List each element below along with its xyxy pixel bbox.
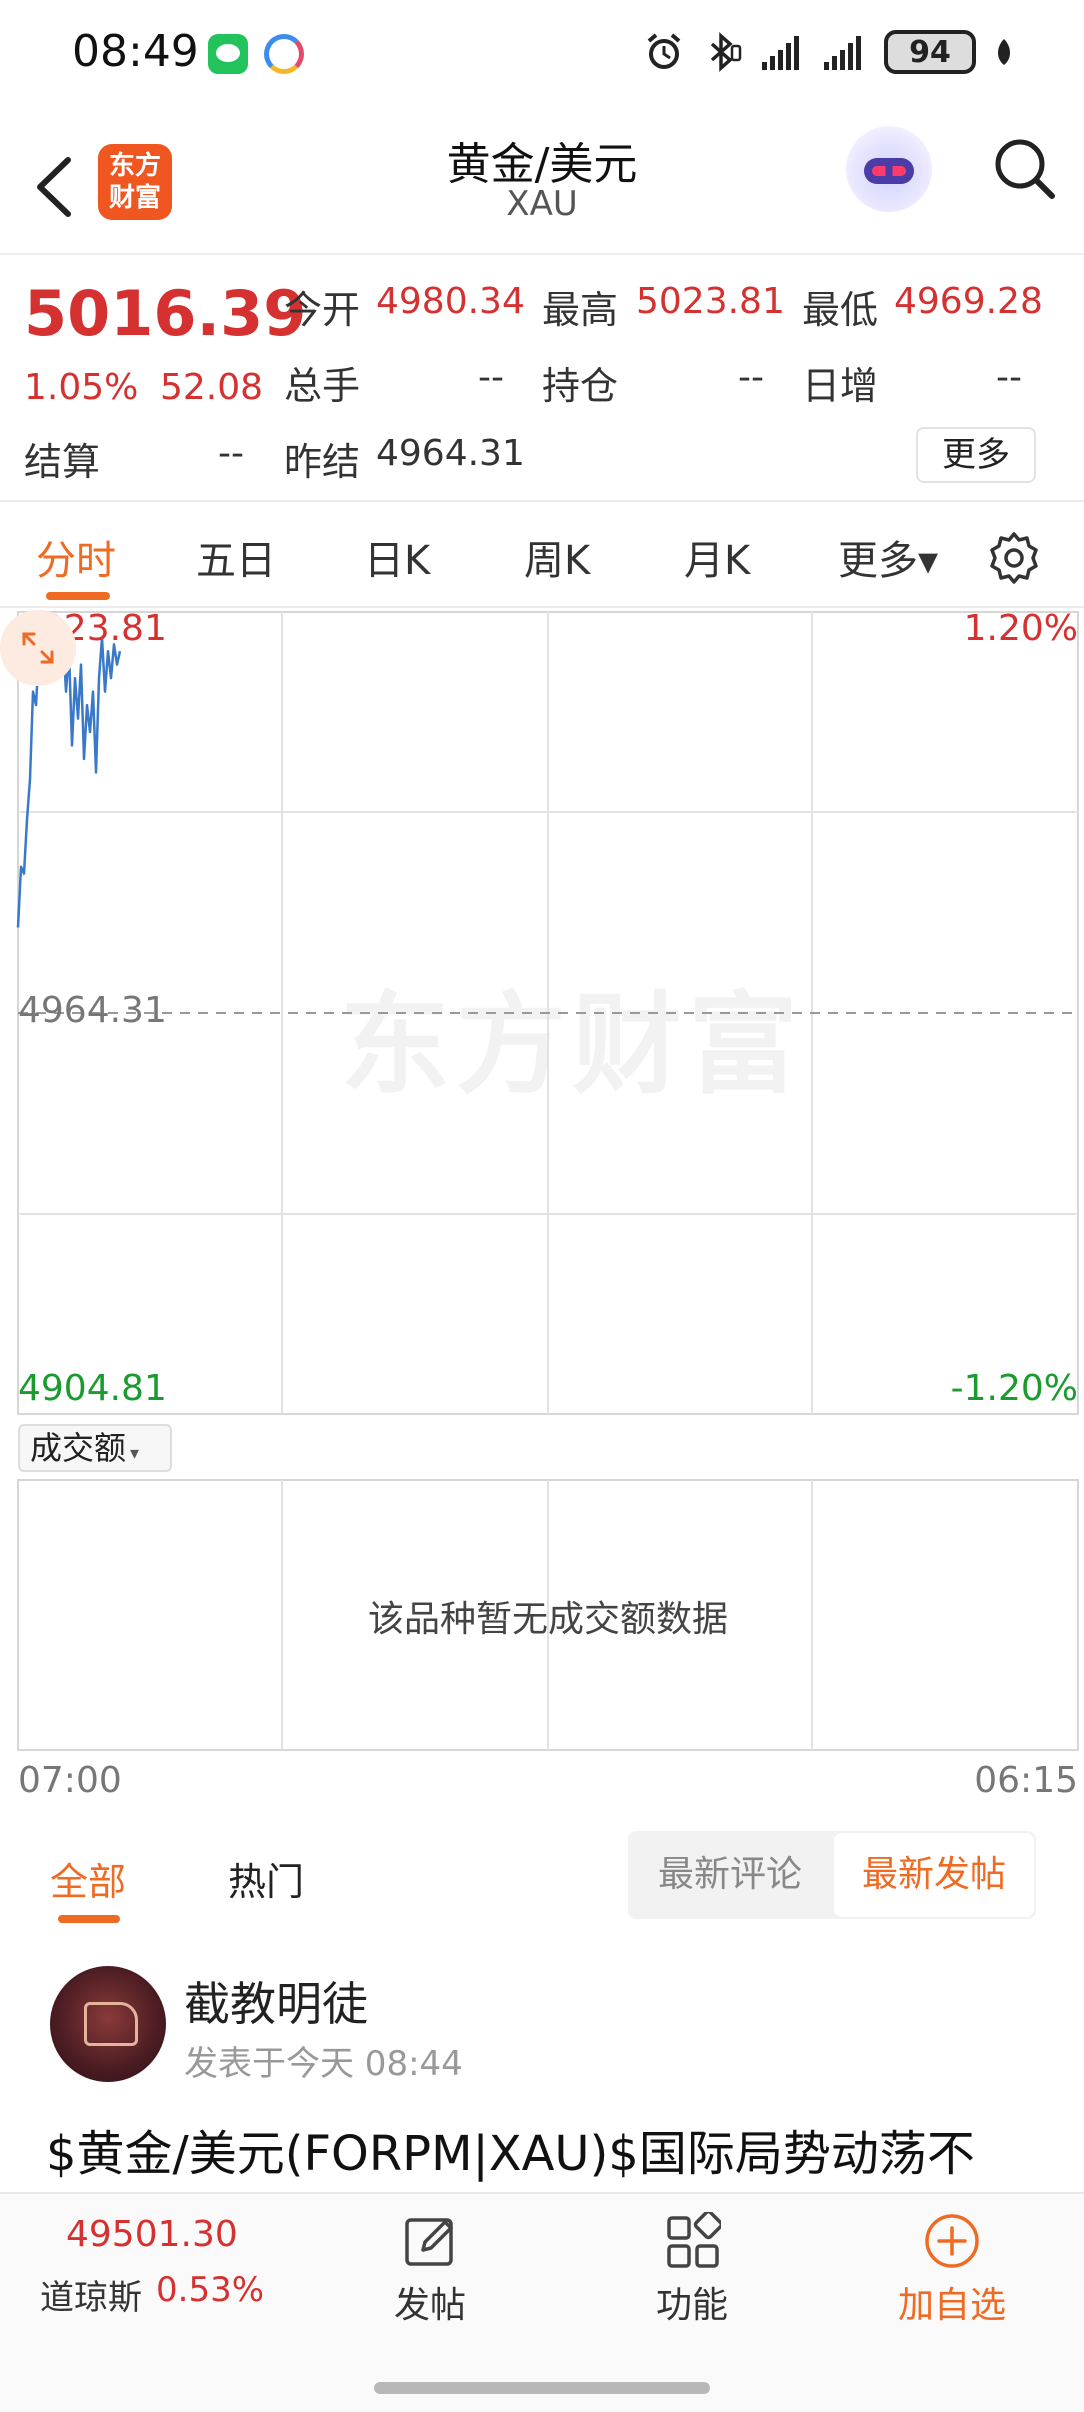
sort-latest-comment[interactable]: 最新评论 <box>628 1831 832 1919</box>
index-value: 49501.30 <box>66 2214 238 2255</box>
daily-inc-value: -- <box>996 357 1022 398</box>
prev-settle-label: 昨结 <box>284 440 361 484</box>
change-value: 52.08 <box>160 367 264 408</box>
change-percent: 1.05% <box>24 367 139 408</box>
dropdown-arrow-icon: ▾ <box>130 1443 140 1464</box>
community-tabs: 全部 热门 最新评论 最新发帖 <box>0 1815 1084 1935</box>
open-label: 今开 <box>284 288 361 332</box>
active-feed-tab-indicator <box>58 1915 120 1923</box>
app-header: 东方 财富 黄金/美元 XAU <box>0 110 1084 255</box>
settle-label: 结算 <box>24 440 101 484</box>
add-circle-icon <box>925 2214 979 2268</box>
pct-axis-low-label: -1.20% <box>950 1368 1078 1409</box>
status-time: 08:49 <box>72 26 199 77</box>
low-value: 4969.28 <box>894 281 1043 322</box>
period-tabs: 分时 五日 日K 周K 月K 更多▾ <box>0 504 1084 608</box>
add-watchlist-label: 加自选 <box>897 2285 1006 2326</box>
volume-indicator-select[interactable]: 成交额 ▾ <box>18 1424 172 1472</box>
gear-icon[interactable] <box>986 530 1042 586</box>
last-price: 5016.39 <box>24 277 307 350</box>
tab-more[interactable]: 更多▾ <box>838 528 938 586</box>
signal-icon <box>824 36 861 70</box>
y-axis-low-label: 4904.81 <box>18 1368 167 1409</box>
battery-indicator: 94 <box>884 30 976 74</box>
leaf-icon <box>998 39 1010 65</box>
volume-indicator-label: 成交额 <box>30 1429 127 1467</box>
no-volume-data-message: 该品种暂无成交额数据 <box>367 1599 728 1640</box>
post-text[interactable]: $黄金/美元(FORPM|XAU)$国际局势动荡不 <box>46 2114 975 2184</box>
tab-all[interactable]: 全部 <box>50 1851 126 1906</box>
index-change-percent: 0.53% <box>156 2270 265 2310</box>
more-quote-button[interactable]: 更多 <box>916 427 1036 483</box>
avatar[interactable] <box>50 1966 166 2082</box>
post-button[interactable]: 发帖 <box>350 2212 510 2328</box>
functions-button[interactable]: 功能 <box>612 2212 772 2328</box>
functions-button-label: 功能 <box>655 2285 728 2326</box>
post-author[interactable]: 截教明徒 <box>184 1968 368 2034</box>
intraday-chart[interactable]: 东方财富 5023.81 1.20% 4964.31 4904.81 -1.20… <box>0 608 1084 1810</box>
add-watchlist-button[interactable]: 加自选 <box>872 2212 1032 2328</box>
daily-inc-label: 日增 <box>802 364 879 408</box>
position-value: -- <box>738 357 764 398</box>
x-axis-end-label: 06:15 <box>974 1760 1078 1801</box>
wechat-icon <box>208 34 248 74</box>
tab-intraday[interactable]: 分时 <box>36 528 116 586</box>
prev-settle-value: 4964.31 <box>376 433 525 474</box>
expand-icon[interactable] <box>0 610 76 686</box>
high-label: 最高 <box>542 288 619 332</box>
bluetooth-icon <box>710 32 742 72</box>
tab-five-day[interactable]: 五日 <box>196 528 276 586</box>
high-value: 5023.81 <box>636 281 785 322</box>
volume-label: 总手 <box>284 364 361 408</box>
low-label: 最低 <box>802 288 879 332</box>
position-label: 持仓 <box>542 364 619 408</box>
tab-daily-k[interactable]: 日K <box>364 528 430 586</box>
bottom-toolbar: 49501.30 道琼斯 0.53% 发帖 功能 加自选 <box>0 2192 1084 2412</box>
post-time: 发表于今天 08:44 <box>184 2044 463 2084</box>
tab-weekly-k[interactable]: 周K <box>524 528 590 586</box>
tab-monthly-k[interactable]: 月K <box>684 528 750 586</box>
edit-icon <box>405 2218 453 2266</box>
alarm-icon <box>647 33 681 69</box>
home-indicator[interactable] <box>374 2382 710 2394</box>
active-tab-indicator <box>46 592 110 600</box>
post-button-label: 发帖 <box>393 2285 466 2326</box>
sort-segmented-control: 最新评论 最新发帖 <box>628 1831 1036 1919</box>
settle-value: -- <box>218 433 244 474</box>
quote-panel: 5016.39 1.05% 52.08 今开 4980.34 最高 5023.8… <box>0 257 1084 502</box>
open-value: 4980.34 <box>376 281 525 322</box>
search-icon[interactable] <box>990 134 1060 204</box>
status-bar: 08:49 94 <box>0 0 1084 110</box>
x-axis-start-label: 07:00 <box>18 1760 122 1801</box>
tab-hot[interactable]: 热门 <box>228 1851 304 1906</box>
robot-assistant-icon[interactable] <box>846 126 932 212</box>
volume-value: -- <box>478 357 504 398</box>
grid-icon <box>667 2212 721 2268</box>
pct-axis-high-label: 1.20% <box>963 608 1078 649</box>
sort-latest-post[interactable]: 最新发帖 <box>834 1833 1034 1917</box>
signal-icon <box>762 36 799 70</box>
app-circle-icon <box>264 34 304 74</box>
index-name: 道琼斯 <box>40 2278 142 2318</box>
y-axis-mid-label: 4964.31 <box>18 990 167 1031</box>
